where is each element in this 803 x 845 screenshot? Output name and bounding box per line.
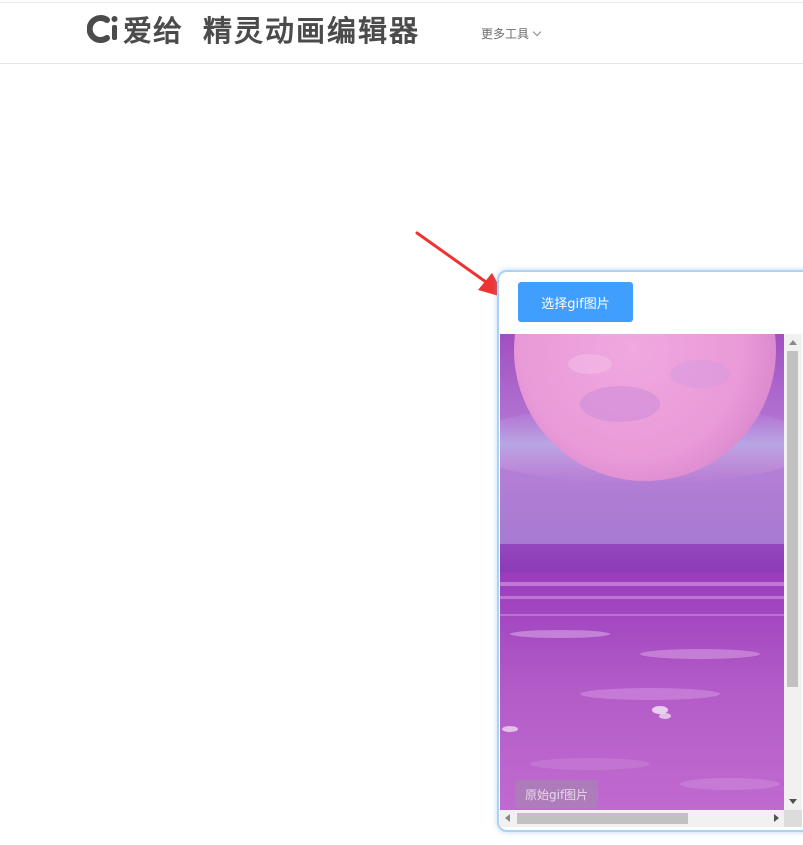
scroll-left-icon[interactable] — [505, 814, 510, 822]
logo-text: 爱给 — [123, 14, 184, 48]
more-tools-label: 更多工具 — [481, 27, 530, 41]
scroll-up-icon[interactable] — [789, 340, 797, 345]
vertical-scrollbar[interactable] — [784, 334, 802, 810]
image-caption: 原始gif图片 — [515, 780, 599, 808]
site-header: 爱给 精灵动画编辑器 更多工具 — [0, 3, 803, 64]
gif-editor-panel: 选择gif图片 原始gif图片 — [497, 270, 803, 832]
ci-logo-icon — [86, 14, 121, 44]
site-logo[interactable]: 爱给 精灵动画编辑器 — [86, 11, 421, 48]
more-tools-dropdown[interactable]: 更多工具 — [481, 25, 542, 42]
vertical-scroll-thumb[interactable] — [787, 351, 798, 687]
scrollbar-corner — [784, 810, 802, 827]
horizontal-scrollbar[interactable] — [500, 810, 784, 827]
horizontal-scroll-thumb[interactable] — [517, 813, 688, 824]
select-gif-button[interactable]: 选择gif图片 — [518, 282, 633, 322]
chevron-down-icon — [532, 27, 542, 37]
gif-preview-image — [500, 334, 784, 810]
gif-preview-viewport[interactable]: 原始gif图片 — [500, 334, 802, 827]
page-title: 精灵动画编辑器 — [203, 14, 421, 48]
scroll-down-icon[interactable] — [789, 799, 797, 804]
scroll-right-icon[interactable] — [774, 814, 779, 822]
